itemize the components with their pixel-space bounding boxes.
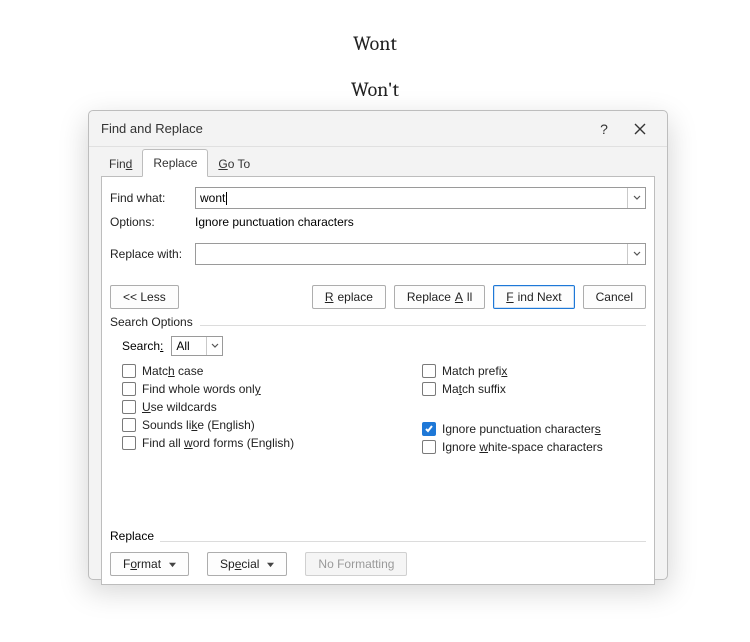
checkbox-icon — [122, 400, 136, 414]
chevron-down-icon — [633, 194, 641, 202]
match-case-checkbox[interactable]: Match case — [122, 364, 422, 378]
search-direction-select[interactable]: All — [171, 336, 223, 356]
dropdown-caret-icon — [267, 557, 274, 571]
help-button[interactable]: ? — [587, 115, 621, 143]
search-direction-dropdown[interactable] — [206, 337, 222, 355]
checkbox-icon — [122, 364, 136, 378]
match-suffix-checkbox[interactable]: Match suffix — [422, 382, 646, 396]
search-options-label: Search Options — [110, 315, 646, 329]
tab-find[interactable]: Find — [99, 151, 142, 177]
search-direction-label: Search: — [122, 339, 163, 353]
checkbox-checked-icon — [422, 422, 436, 436]
find-next-button[interactable]: Find Next — [493, 285, 574, 309]
checkbox-icon — [422, 382, 436, 396]
special-button[interactable]: Special — [207, 552, 287, 576]
options-label: Options: — [110, 215, 195, 229]
find-replace-dialog: Find and Replace ? Find Replace Go To Fi… — [88, 110, 668, 580]
find-what-input[interactable]: wont — [195, 187, 646, 209]
find-what-dropdown[interactable] — [627, 188, 645, 208]
no-formatting-button: No Formatting — [305, 552, 407, 576]
ignore-whitespace-checkbox[interactable]: Ignore white-space characters — [422, 440, 646, 454]
options-value: Ignore punctuation characters — [195, 215, 354, 229]
search-direction-value: All — [176, 339, 189, 353]
sounds-like-checkbox[interactable]: Sounds like (English) — [122, 418, 422, 432]
replace-with-dropdown[interactable] — [627, 244, 645, 264]
close-icon — [634, 123, 646, 135]
checkbox-icon — [422, 364, 436, 378]
titlebar: Find and Replace ? — [89, 111, 667, 147]
text-cursor — [226, 192, 227, 205]
tab-strip: Find Replace Go To — [89, 147, 667, 177]
format-button[interactable]: Format — [110, 552, 189, 576]
document-text-line-2: Won't — [0, 78, 750, 101]
chevron-down-icon — [633, 250, 641, 258]
ignore-punctuation-checkbox[interactable]: Ignore punctuation characters — [422, 422, 646, 436]
dialog-title: Find and Replace — [99, 121, 203, 136]
document-text-line-1: Wont — [0, 32, 750, 55]
chevron-down-icon — [211, 342, 219, 350]
replace-all-button[interactable]: Replace All — [394, 285, 485, 309]
checkbox-icon — [122, 382, 136, 396]
cancel-button[interactable]: Cancel — [583, 285, 646, 309]
use-wildcards-checkbox[interactable]: Use wildcards — [122, 400, 422, 414]
replace-with-input[interactable] — [195, 243, 646, 265]
checkbox-icon — [122, 418, 136, 432]
tab-replace[interactable]: Replace — [142, 149, 208, 177]
whole-words-checkbox[interactable]: Find whole words only — [122, 382, 422, 396]
find-what-label: Find what: — [110, 191, 195, 205]
tab-go-to[interactable]: Go To — [208, 151, 260, 177]
replace-button[interactable]: Replace — [312, 285, 386, 309]
word-forms-checkbox[interactable]: Find all word forms (English) — [122, 436, 422, 450]
checkbox-icon — [422, 440, 436, 454]
close-button[interactable] — [623, 115, 657, 143]
find-what-value: wont — [200, 191, 225, 205]
checkbox-icon — [122, 436, 136, 450]
divider — [160, 541, 646, 542]
less-button[interactable]: << Less — [110, 285, 179, 309]
dropdown-caret-icon — [169, 557, 176, 571]
match-prefix-checkbox[interactable]: Match prefix — [422, 364, 646, 378]
replace-with-label: Replace with: — [110, 247, 195, 261]
